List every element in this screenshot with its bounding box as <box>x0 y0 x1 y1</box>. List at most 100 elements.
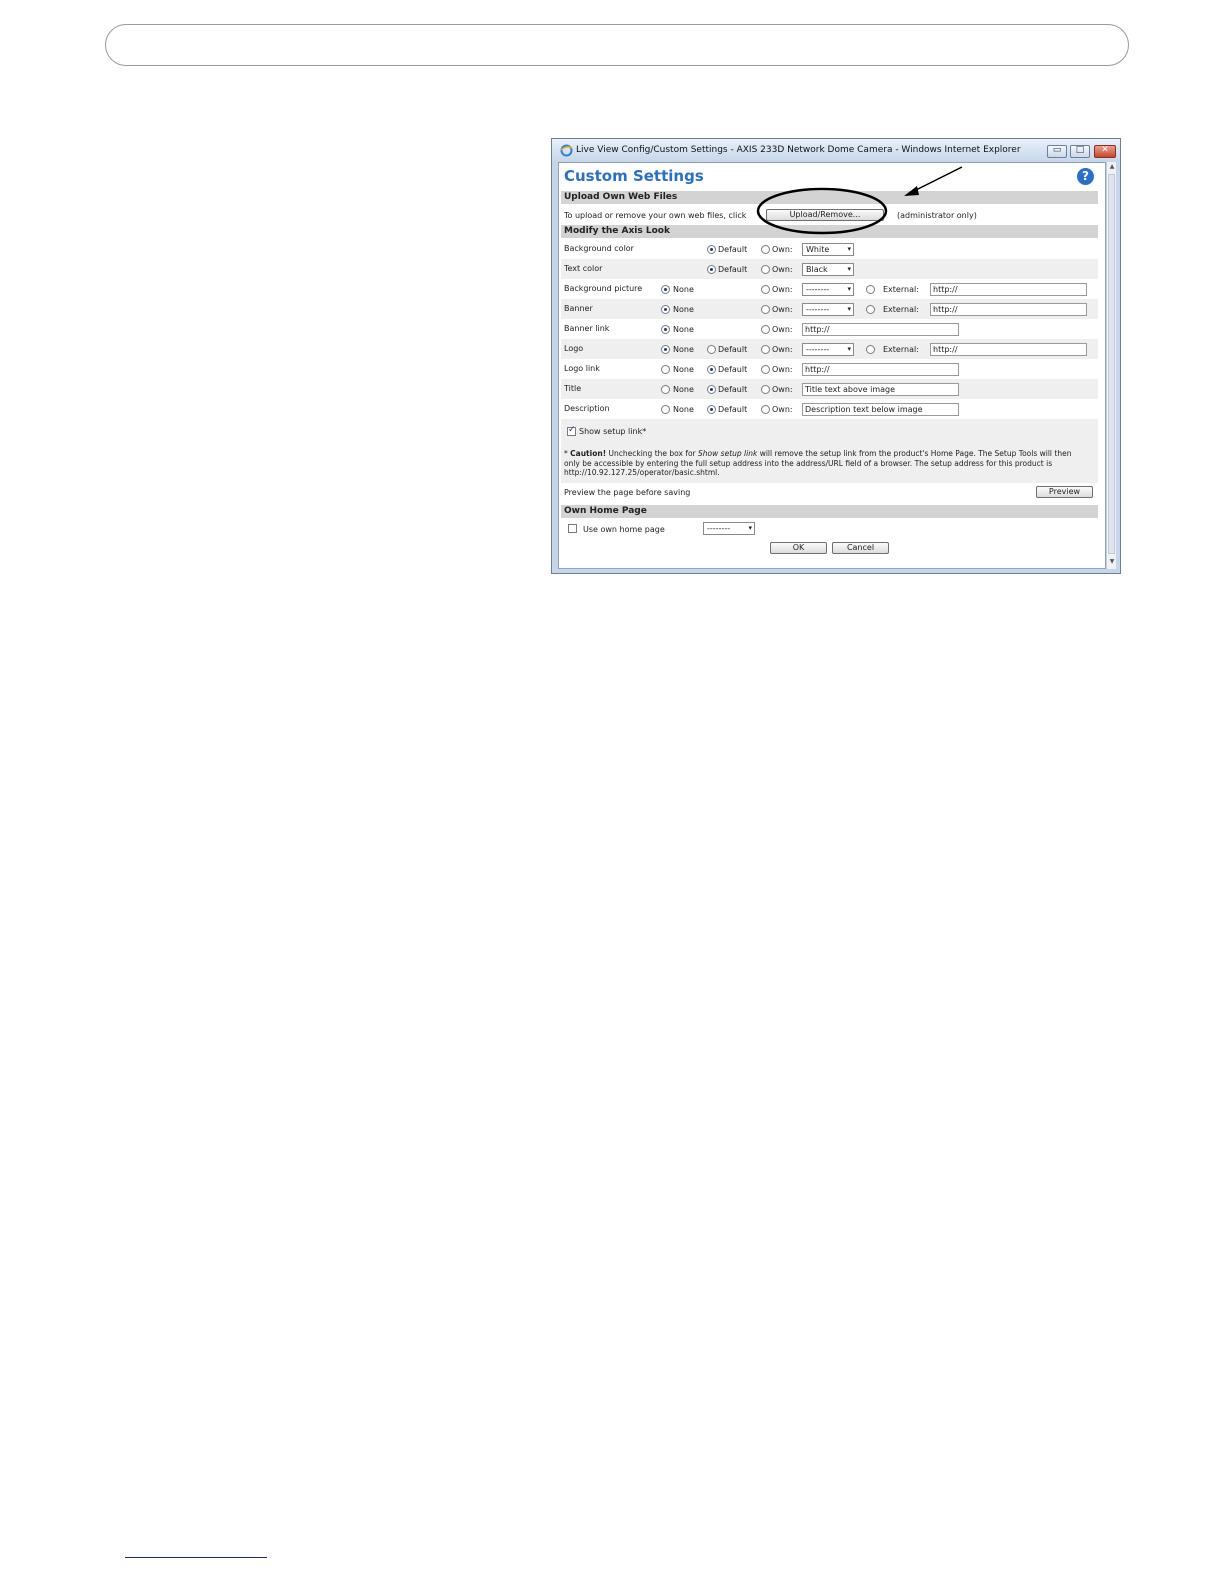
own-description-field[interactable]: Description text below image <box>802 403 959 416</box>
row-label: Banner <box>564 304 593 313</box>
row-title: Title None Default Own: Title text above… <box>561 379 1098 399</box>
caution-text: * Caution! Unchecking the box for Show s… <box>564 449 1089 478</box>
row-background-picture: Background picture None Own: -------- ▾ E… <box>561 279 1098 299</box>
caution-block: * Caution! Unchecking the box for Show s… <box>561 443 1098 483</box>
row-label: Background picture <box>564 284 643 293</box>
preview-button[interactable]: Preview <box>1036 486 1093 498</box>
row-text-color: Text color Default Own: Black ▾ <box>561 259 1098 279</box>
row-label: Description <box>564 404 610 413</box>
browser-window: Live View Config/Custom Settings - AXIS … <box>551 138 1121 574</box>
scroll-down-icon[interactable]: ▼ <box>1107 558 1117 565</box>
radio-none[interactable] <box>661 325 670 334</box>
radio-own-label: Own: <box>772 265 793 274</box>
own-file-select[interactable]: -------- ▾ <box>802 283 854 296</box>
chevron-down-icon: ▾ <box>847 305 851 313</box>
radio-none[interactable] <box>661 285 670 294</box>
radio-own-label: Own: <box>772 245 793 254</box>
radio-external[interactable] <box>866 305 875 314</box>
external-url-field[interactable]: http:// <box>930 343 1087 356</box>
own-color-select[interactable]: Black ▾ <box>802 263 854 276</box>
radio-none-label: None <box>673 385 694 394</box>
row-label: Banner link <box>564 324 610 333</box>
own-color-select[interactable]: White ▾ <box>802 243 854 256</box>
use-own-home-page-checkbox[interactable] <box>568 524 577 533</box>
radio-default[interactable] <box>707 265 716 274</box>
external-url-field[interactable]: http:// <box>930 303 1087 316</box>
own-url-field[interactable]: http:// <box>802 323 959 336</box>
own-file-select[interactable]: -------- ▾ <box>802 303 854 316</box>
radio-own-label: Own: <box>772 385 793 394</box>
own-title-field[interactable]: Title text above image <box>802 383 959 396</box>
caution-italic: Show setup link <box>698 449 758 458</box>
minimize-button[interactable]: ▭ <box>1047 145 1067 158</box>
radio-own[interactable] <box>761 265 770 274</box>
upload-instructions: To upload or remove your own web files, … <box>564 211 747 220</box>
radio-own[interactable] <box>761 305 770 314</box>
radio-own[interactable] <box>761 245 770 254</box>
ok-button[interactable]: OK <box>770 542 827 554</box>
scroll-up-icon[interactable]: ▲ <box>1107 163 1117 170</box>
radio-external[interactable] <box>866 285 875 294</box>
row-description: Description None Default Own: Descriptio… <box>561 399 1098 419</box>
home-page-select[interactable]: -------- ▾ <box>703 522 755 535</box>
radio-own[interactable] <box>761 345 770 354</box>
radio-own[interactable] <box>761 365 770 374</box>
radio-default[interactable] <box>707 405 716 414</box>
radio-default-label: Default <box>718 265 748 274</box>
own-url-field[interactable]: http:// <box>802 363 959 376</box>
row-preview: Preview the page before saving Preview <box>561 483 1098 501</box>
caution-bold: Caution! <box>570 449 607 458</box>
radio-none[interactable] <box>661 385 670 394</box>
radio-none[interactable] <box>661 365 670 374</box>
radio-own[interactable] <box>761 405 770 414</box>
radio-own-label: Own: <box>772 325 793 334</box>
vertical-scrollbar[interactable]: ▲ ▼ <box>1106 162 1116 569</box>
radio-default-label: Default <box>718 365 748 374</box>
radio-own[interactable] <box>761 385 770 394</box>
radio-own-label: Own: <box>772 285 793 294</box>
chevron-down-icon: ▾ <box>847 265 851 273</box>
radio-external-label: External: <box>883 305 919 314</box>
radio-none[interactable] <box>661 345 670 354</box>
chevron-down-icon: ▾ <box>748 524 752 532</box>
row-logo-link: Logo link None Default Own: http:// <box>561 359 1098 379</box>
radio-default[interactable] <box>707 245 716 254</box>
radio-default[interactable] <box>707 385 716 394</box>
help-icon[interactable]: ? <box>1077 168 1094 185</box>
chevron-down-icon: ▾ <box>847 285 851 293</box>
preview-text: Preview the page before saving <box>564 488 691 497</box>
select-value: -------- <box>707 524 731 533</box>
radio-own[interactable] <box>761 325 770 334</box>
radio-default[interactable] <box>707 365 716 374</box>
row-banner-link: Banner link None Own: http:// <box>561 319 1098 339</box>
select-value: -------- <box>806 305 830 314</box>
upload-admin-note: (administrator only) <box>897 211 977 220</box>
upload-remove-button[interactable]: Upload/Remove... <box>766 209 884 221</box>
show-setup-link-checkbox[interactable] <box>567 425 576 436</box>
section-home-heading: Own Home Page <box>561 505 1098 518</box>
minimize-icon: ▭ <box>1052 145 1062 155</box>
external-url-field[interactable]: http:// <box>930 283 1087 296</box>
row-label: Text color <box>564 264 603 273</box>
radio-none[interactable] <box>661 405 670 414</box>
select-value: -------- <box>806 345 830 354</box>
radio-default-label: Default <box>718 345 748 354</box>
radio-default[interactable] <box>707 345 716 354</box>
row-banner: Banner None Own: -------- ▾ External: htt… <box>561 299 1098 319</box>
radio-none[interactable] <box>661 305 670 314</box>
own-file-select[interactable]: -------- ▾ <box>802 343 854 356</box>
radio-own-label: Own: <box>772 345 793 354</box>
radio-default-label: Default <box>718 405 748 414</box>
row-label: Title <box>564 384 582 393</box>
cancel-button[interactable]: Cancel <box>832 542 889 554</box>
close-button[interactable]: ✕ <box>1094 145 1116 158</box>
show-setup-link-label: Show setup link* <box>579 427 647 436</box>
caution-star: * <box>564 449 568 458</box>
radio-default-label: Default <box>718 245 748 254</box>
maximize-button[interactable]: □ <box>1070 145 1090 158</box>
radio-none-label: None <box>673 285 694 294</box>
scrollbar-thumb[interactable] <box>1108 174 1115 554</box>
footer-rule <box>125 1557 267 1558</box>
radio-external[interactable] <box>866 345 875 354</box>
radio-own[interactable] <box>761 285 770 294</box>
